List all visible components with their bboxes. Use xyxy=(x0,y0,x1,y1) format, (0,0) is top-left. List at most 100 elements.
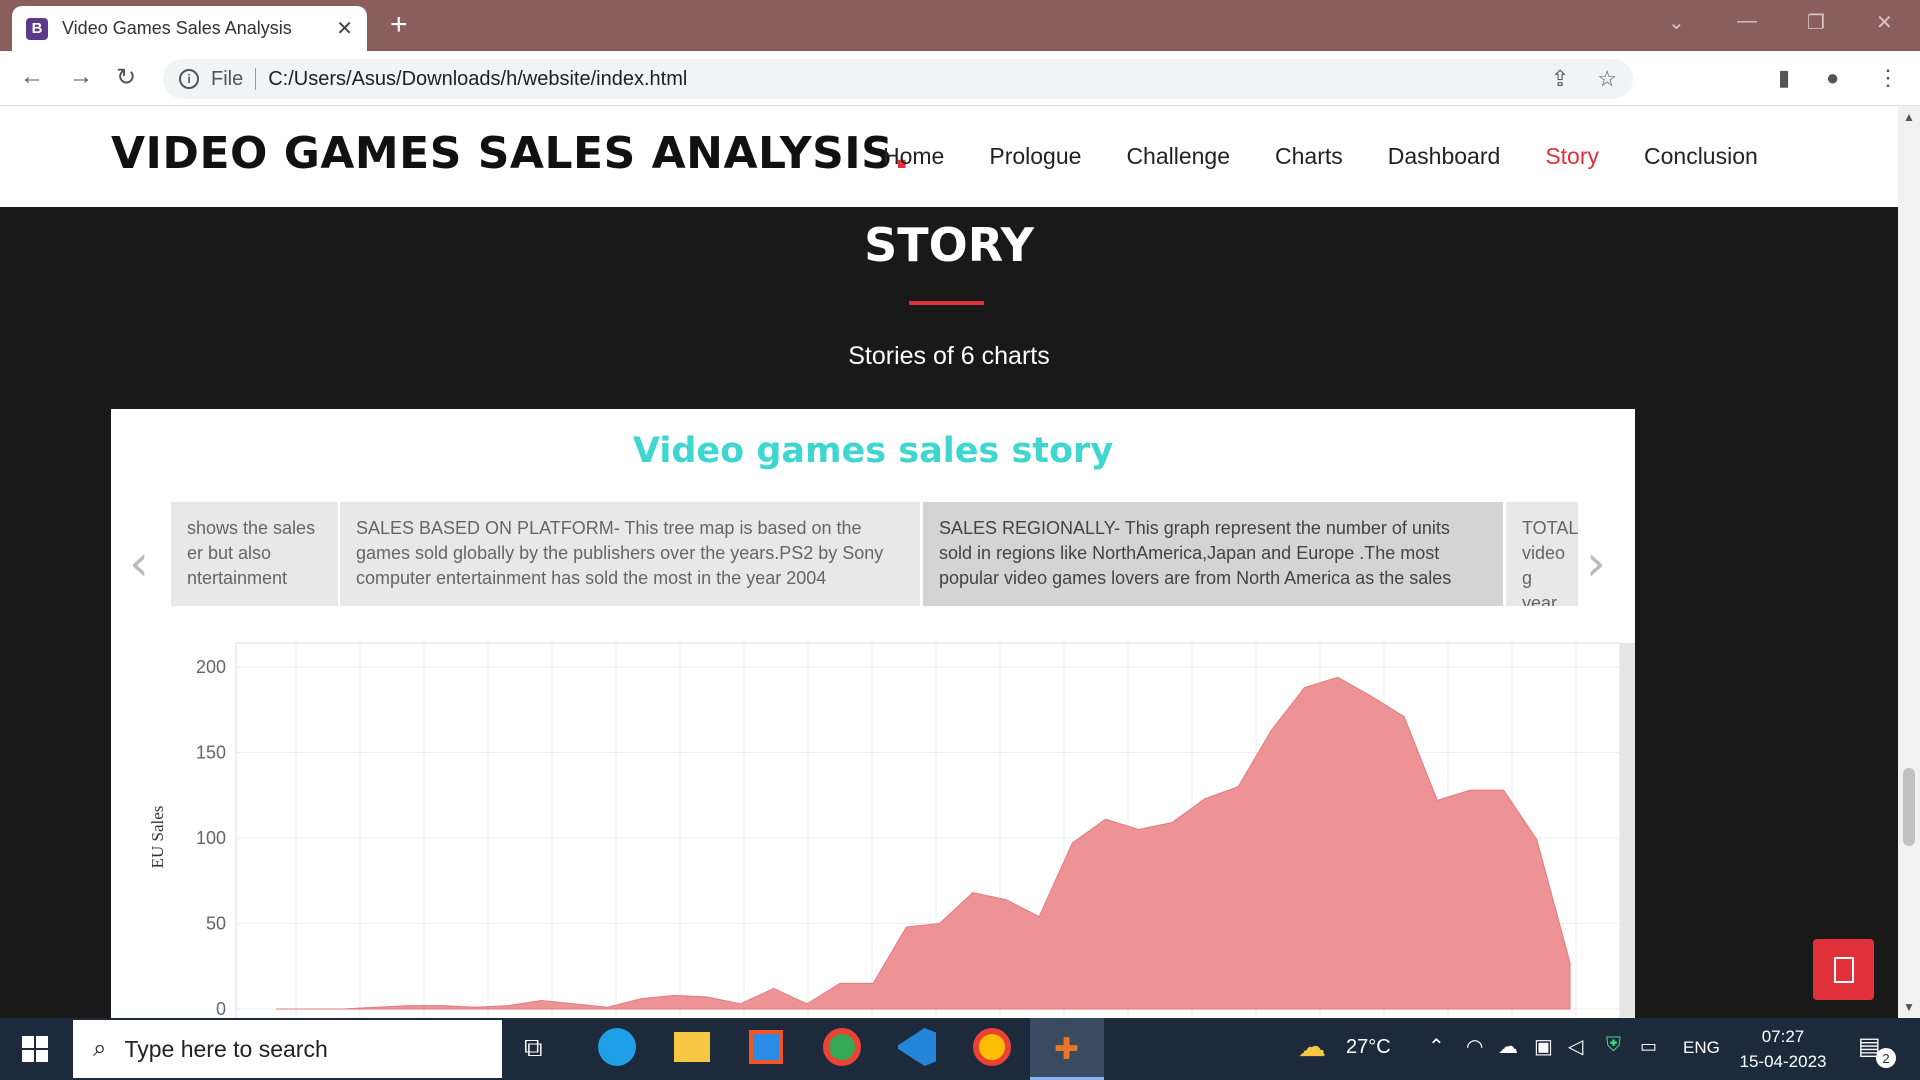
data-point[interactable] xyxy=(1468,788,1472,792)
nav-conclusion[interactable]: Conclusion xyxy=(1644,143,1758,170)
data-point[interactable] xyxy=(1303,686,1307,690)
data-point[interactable] xyxy=(1236,785,1240,789)
back-icon[interactable]: ← xyxy=(20,63,44,91)
data-point[interactable] xyxy=(1037,915,1041,919)
volume-icon[interactable]: ◁ xyxy=(1568,1034,1583,1059)
data-point[interactable] xyxy=(739,1002,743,1006)
next-point-icon[interactable]: › xyxy=(1586,534,1606,592)
scrollbar-thumb[interactable] xyxy=(1903,768,1915,846)
nav-home[interactable]: Home xyxy=(883,143,944,170)
chrome-icon[interactable] xyxy=(973,1028,1011,1066)
data-point[interactable] xyxy=(1269,728,1273,732)
battery-icon[interactable]: ▭ xyxy=(1640,1036,1657,1057)
tableau-taskbar-item[interactable]: ✚ xyxy=(1030,1018,1104,1080)
data-point[interactable] xyxy=(1502,788,1506,792)
story-point[interactable]: TOTAL video g year w xyxy=(1506,502,1578,606)
data-point[interactable] xyxy=(1170,821,1174,825)
address-bar[interactable]: i File C:/Users/Asus/Downloads/h/website… xyxy=(163,59,1633,99)
data-point[interactable] xyxy=(639,997,643,1001)
scroll-up-icon[interactable]: ▲ xyxy=(1903,110,1915,124)
clock[interactable]: 07:27 15-04-2023 xyxy=(1735,1024,1831,1074)
forward-icon[interactable]: → xyxy=(69,63,93,91)
data-point[interactable] xyxy=(340,1007,344,1011)
language-indicator[interactable]: ENG xyxy=(1683,1038,1720,1058)
data-point[interactable] xyxy=(971,891,975,895)
weather-icon[interactable]: ☁ xyxy=(1298,1030,1326,1063)
story-point[interactable]: SALES BASED ON PLATFORM- This tree map i… xyxy=(340,502,920,606)
profile-icon[interactable]: ● xyxy=(1826,65,1839,91)
data-point[interactable] xyxy=(705,995,709,999)
data-point[interactable] xyxy=(307,1007,311,1011)
security-shield-icon[interactable]: ⛨ xyxy=(1606,1034,1621,1057)
data-point[interactable] xyxy=(473,1005,477,1009)
vscode-icon[interactable] xyxy=(898,1028,936,1066)
onedrive-icon[interactable]: ☁ xyxy=(1498,1034,1518,1059)
back-to-top-button[interactable] xyxy=(1813,939,1874,1000)
window-close-icon[interactable]: ✕ xyxy=(1876,10,1893,35)
nav-charts[interactable]: Charts xyxy=(1275,143,1343,170)
task-view-icon[interactable]: ⧉ xyxy=(524,1032,543,1064)
data-point[interactable] xyxy=(871,981,875,985)
bookmark-star-icon[interactable]: ☆ xyxy=(1597,66,1617,92)
data-point[interactable] xyxy=(838,981,842,985)
wifi-icon[interactable]: ◠ xyxy=(1466,1034,1483,1059)
store-icon[interactable] xyxy=(749,1030,783,1064)
story-point-selected[interactable]: SALES REGIONALLY- This graph represent t… xyxy=(923,502,1503,606)
taskbar-search[interactable]: ⌕ Type here to search xyxy=(73,1020,502,1078)
data-point[interactable] xyxy=(1137,827,1141,831)
nav-challenge[interactable]: Challenge xyxy=(1126,143,1230,170)
data-point[interactable] xyxy=(506,1004,510,1008)
data-point[interactable] xyxy=(440,1004,444,1008)
tray-chevron-icon[interactable]: ⌃ xyxy=(1428,1034,1445,1059)
data-point[interactable] xyxy=(672,993,676,997)
nav-story[interactable]: Story xyxy=(1545,143,1599,170)
site-brand[interactable]: VIDEO GAMES SALES ANALYSIS. xyxy=(111,128,911,179)
notification-badge: 2 xyxy=(1876,1048,1896,1068)
chart-scrollbar[interactable] xyxy=(1620,643,1635,1018)
data-point[interactable] xyxy=(1535,838,1539,842)
windows-start-icon[interactable] xyxy=(22,1036,48,1062)
restore-icon[interactable]: ❐ xyxy=(1807,10,1825,35)
data-point[interactable] xyxy=(1435,798,1439,802)
data-point[interactable] xyxy=(938,922,942,926)
data-point[interactable] xyxy=(539,998,543,1002)
data-point[interactable] xyxy=(573,1002,577,1006)
nav-prologue[interactable]: Prologue xyxy=(989,143,1081,170)
data-point[interactable] xyxy=(805,1002,809,1006)
data-point[interactable] xyxy=(1336,675,1340,679)
data-point[interactable] xyxy=(1203,797,1207,801)
browser-tab[interactable]: B Video Games Sales Analysis ✕ xyxy=(12,6,367,51)
tab-search-icon[interactable]: ⌄ xyxy=(1668,10,1685,35)
edge-icon[interactable] xyxy=(598,1028,636,1066)
close-tab-icon[interactable]: ✕ xyxy=(336,16,353,41)
side-panel-icon[interactable]: ▮ xyxy=(1778,65,1790,91)
data-point[interactable] xyxy=(772,986,776,990)
page-scrollbar[interactable]: ▲ ▼ xyxy=(1898,106,1920,1018)
y-tick-label: 100 xyxy=(196,828,226,848)
data-point[interactable] xyxy=(274,1007,278,1011)
data-point[interactable] xyxy=(1103,817,1107,821)
reload-icon[interactable]: ↻ xyxy=(116,63,136,92)
data-point[interactable] xyxy=(1402,715,1406,719)
info-icon[interactable]: i xyxy=(179,69,199,89)
data-point[interactable] xyxy=(606,1005,610,1009)
nav-dashboard[interactable]: Dashboard xyxy=(1388,143,1501,170)
story-point[interactable]: shows the sales er but also ntertainment xyxy=(171,502,338,606)
data-point[interactable] xyxy=(1004,898,1008,902)
share-icon[interactable]: ⇪ xyxy=(1551,66,1569,92)
meet-icon[interactable]: ▣ xyxy=(1534,1034,1553,1059)
minimize-icon[interactable]: — xyxy=(1737,10,1757,33)
menu-kebab-icon[interactable]: ⋮ xyxy=(1877,65,1899,91)
data-point[interactable] xyxy=(407,1004,411,1008)
weather-temp[interactable]: 27°C xyxy=(1346,1036,1391,1059)
data-point[interactable] xyxy=(904,925,908,929)
data-point[interactable] xyxy=(374,1005,378,1009)
scroll-down-icon[interactable]: ▼ xyxy=(1903,1000,1915,1014)
prev-point-icon[interactable]: ‹ xyxy=(129,534,149,592)
data-point[interactable] xyxy=(1568,961,1572,965)
file-explorer-icon[interactable] xyxy=(674,1032,710,1062)
new-tab-icon[interactable]: + xyxy=(390,8,408,42)
data-point[interactable] xyxy=(1070,841,1074,845)
data-point[interactable] xyxy=(1369,694,1373,698)
chrome-profile-icon[interactable] xyxy=(823,1028,861,1066)
